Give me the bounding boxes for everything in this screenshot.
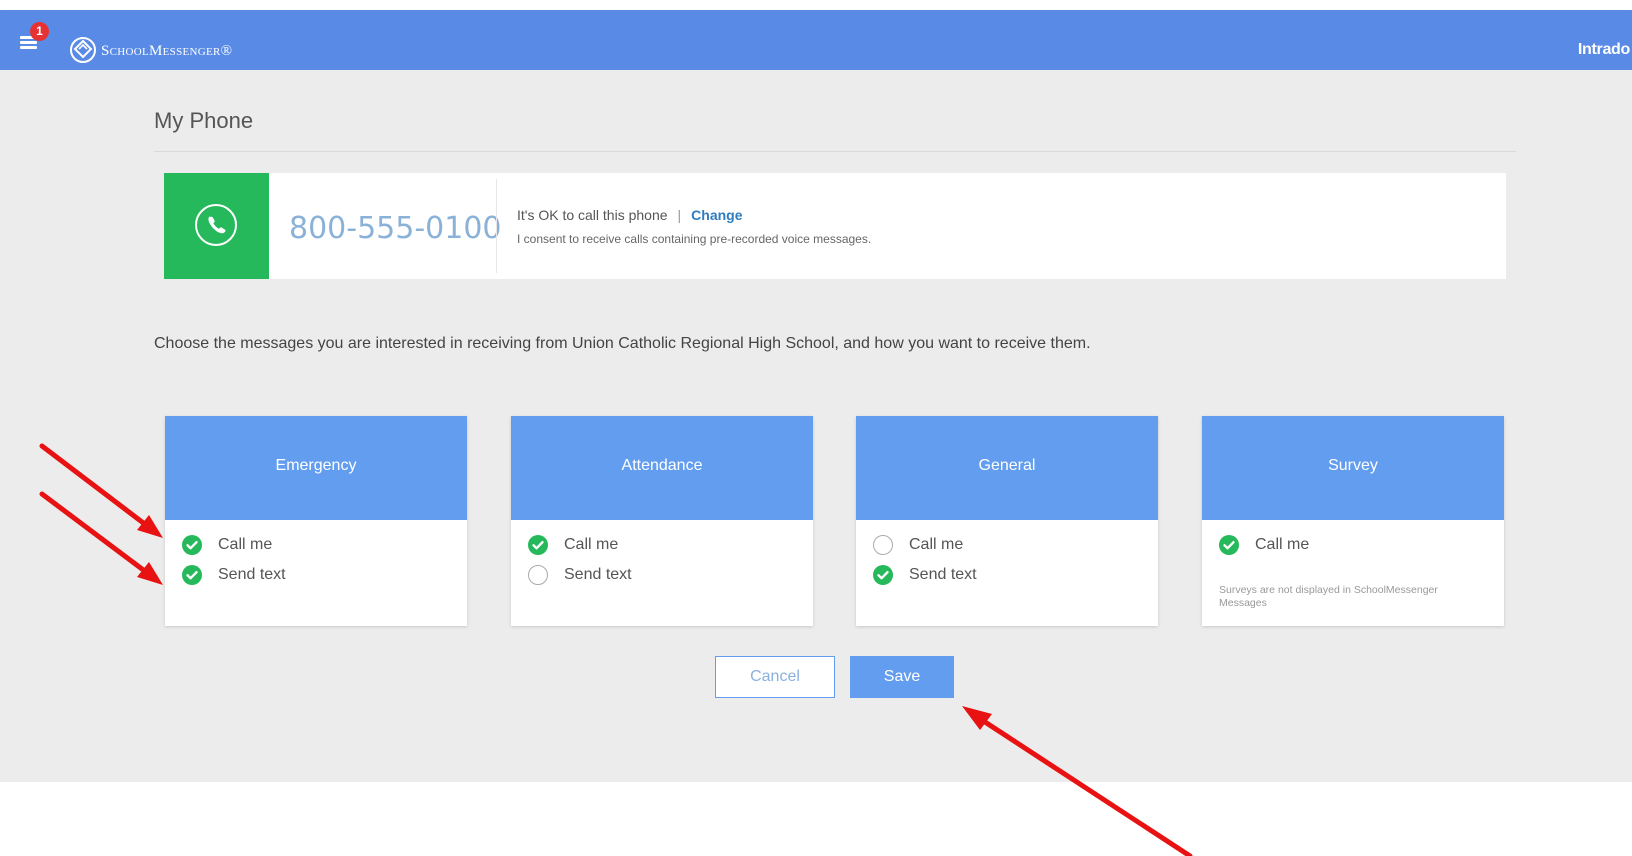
consent-text: I consent to receive calls containing pr… bbox=[517, 232, 872, 246]
category-title: Attendance bbox=[511, 416, 813, 520]
title-divider bbox=[154, 151, 1516, 152]
page-title: My Phone bbox=[154, 108, 254, 133]
checked-circle-icon[interactable] bbox=[528, 535, 548, 555]
option-send-text[interactable]: Send text bbox=[528, 564, 632, 586]
category-card-attendance: Attendance Call me Send text bbox=[511, 416, 813, 626]
phone-card: 800-555-0100 It's OK to call this phone |… bbox=[164, 173, 1506, 279]
separator: | bbox=[677, 207, 682, 223]
save-button[interactable]: Save bbox=[850, 656, 954, 698]
option-call-me[interactable]: Call me bbox=[1219, 534, 1309, 556]
category-title: Survey bbox=[1202, 416, 1504, 520]
phone-icon bbox=[195, 204, 237, 246]
category-card-emergency: Emergency Call me Send text bbox=[165, 416, 467, 626]
unchecked-circle-icon[interactable] bbox=[528, 565, 548, 585]
top-navigation-bar: 1 SchoolMessenger® Intrado bbox=[0, 10, 1632, 70]
option-call-me[interactable]: Call me bbox=[528, 534, 618, 556]
call-permission-text: It's OK to call this phone bbox=[517, 207, 668, 223]
checked-circle-icon[interactable] bbox=[182, 565, 202, 585]
phone-info: It's OK to call this phone | Change I cons… bbox=[517, 207, 871, 246]
phone-icon-tile bbox=[164, 173, 269, 279]
option-label: Call me bbox=[1255, 536, 1310, 553]
category-card-survey: Survey Call me Surveys are not displayed… bbox=[1202, 416, 1504, 626]
option-label: Call me bbox=[909, 536, 964, 553]
option-send-text[interactable]: Send text bbox=[182, 564, 286, 586]
notification-badge[interactable]: 1 bbox=[30, 22, 49, 41]
option-label: Call me bbox=[564, 536, 619, 553]
intrado-logo: Intrado bbox=[1577, 41, 1630, 58]
option-label: Send text bbox=[564, 566, 632, 583]
checked-circle-icon[interactable] bbox=[182, 535, 202, 555]
unchecked-circle-icon[interactable] bbox=[873, 535, 893, 555]
option-label: Call me bbox=[218, 536, 273, 553]
schoolmessenger-logo-text: SchoolMessenger® bbox=[101, 43, 233, 59]
category-title: Emergency bbox=[165, 416, 467, 520]
category-title: General bbox=[856, 416, 1158, 520]
instructions-text: Choose the messages you are interested i… bbox=[154, 335, 1091, 352]
change-link[interactable]: Change bbox=[691, 207, 742, 223]
option-label: Send text bbox=[909, 566, 977, 583]
checked-circle-icon[interactable] bbox=[873, 565, 893, 585]
checked-circle-icon[interactable] bbox=[1219, 535, 1239, 555]
option-call-me[interactable]: Call me bbox=[182, 534, 272, 556]
option-label: Send text bbox=[218, 566, 286, 583]
schoolmessenger-logo-icon bbox=[70, 37, 96, 63]
cancel-button[interactable]: Cancel bbox=[715, 656, 835, 698]
phone-number: 800-555-0100 bbox=[289, 211, 502, 246]
option-send-text[interactable]: Send text bbox=[873, 564, 977, 586]
phone-status-line: It's OK to call this phone | Change bbox=[517, 207, 871, 223]
main-content: My Phone 800-555-0100 It's OK to call th… bbox=[0, 70, 1632, 782]
option-call-me[interactable]: Call me bbox=[873, 534, 963, 556]
phone-card-divider bbox=[496, 179, 497, 273]
survey-note: Surveys are not displayed in SchoolMesse… bbox=[1219, 584, 1438, 609]
category-card-general: General Call me Send text bbox=[856, 416, 1158, 626]
